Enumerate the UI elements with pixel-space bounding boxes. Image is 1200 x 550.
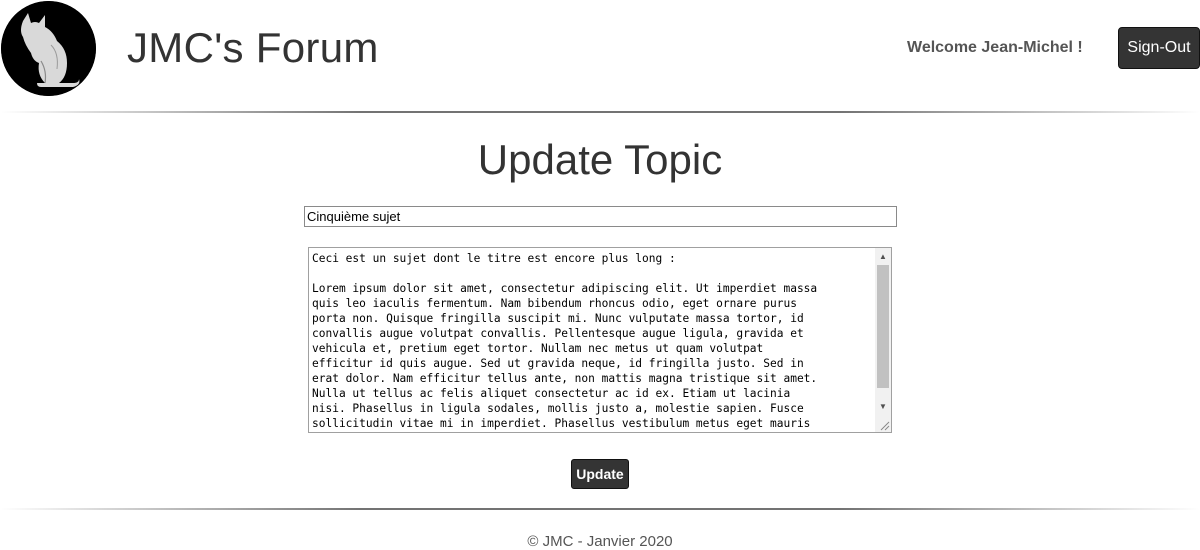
site-header: JMC's Forum Welcome Jean-Michel ! Sign-O… (0, 0, 1200, 112)
scroll-thumb[interactable] (877, 265, 889, 388)
cat-logo-icon[interactable] (1, 1, 96, 96)
site-title[interactable]: JMC's Forum (127, 24, 379, 72)
page-title: Update Topic (477, 136, 723, 183)
scroll-down-arrow-icon[interactable]: ▼ (875, 398, 891, 414)
sign-out-button[interactable]: Sign-Out (1118, 27, 1200, 69)
header-divider (0, 111, 1200, 113)
topic-title-input[interactable] (304, 206, 897, 227)
scroll-up-arrow-icon[interactable]: ▲ (875, 248, 891, 264)
topic-body-text[interactable]: Ceci est un sujet dont le titre est enco… (312, 251, 874, 431)
resize-handle-icon[interactable] (878, 419, 890, 431)
topic-body-textarea[interactable]: Ceci est un sujet dont le titre est enco… (308, 247, 892, 433)
footer-divider (0, 508, 1200, 510)
update-button[interactable]: Update (571, 459, 629, 489)
footer-text: © JMC - Janvier 2020 (527, 533, 673, 550)
textarea-scrollbar[interactable]: ▲ ▼ (875, 248, 891, 432)
welcome-message: Welcome Jean-Michel ! (907, 39, 1083, 56)
